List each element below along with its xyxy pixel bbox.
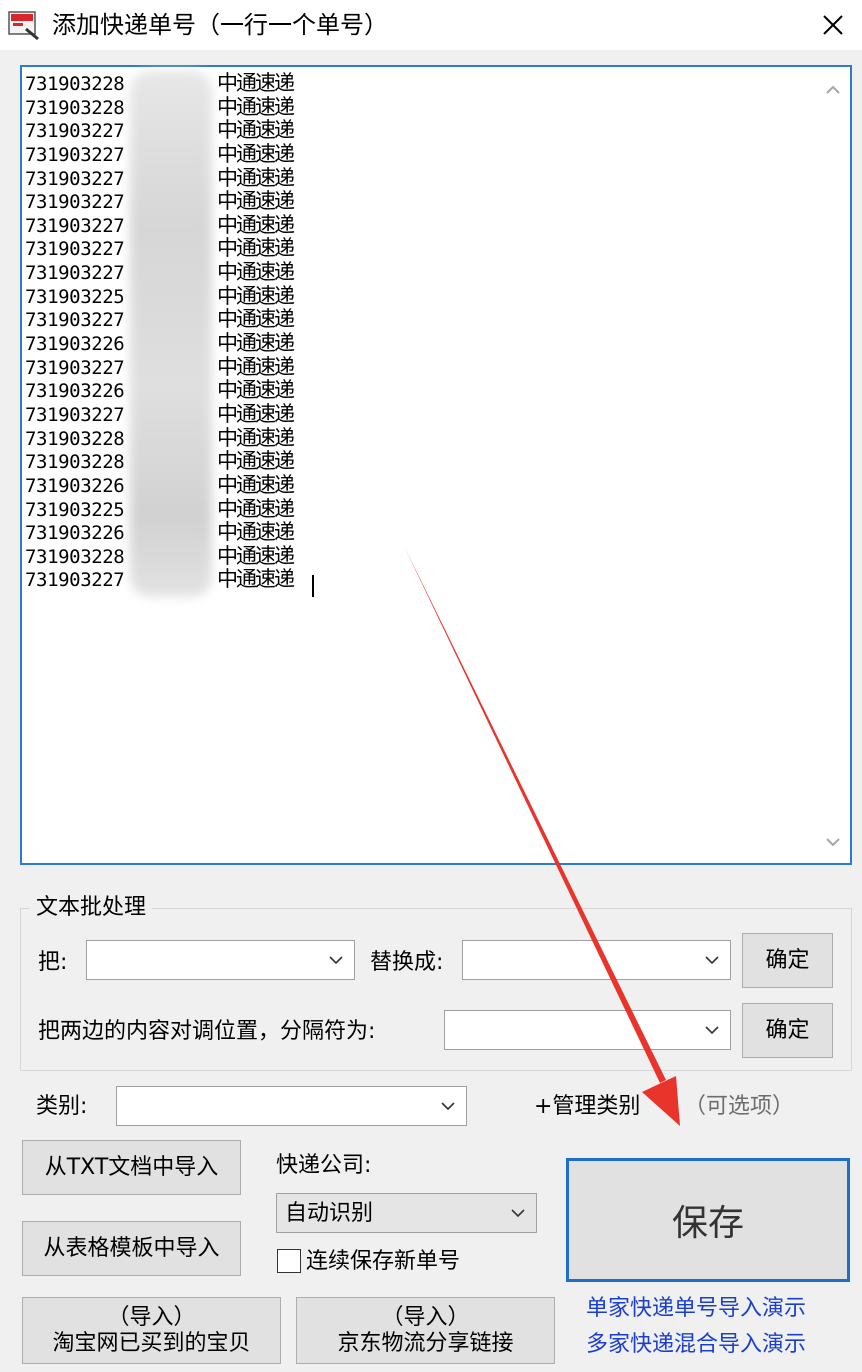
courier-name: 中通速递 bbox=[217, 236, 295, 261]
courier-name: 中通速递 bbox=[217, 307, 295, 332]
courier-name: 中通速递 bbox=[217, 496, 295, 521]
continuous-save-label: 连续保存新单号 bbox=[306, 1249, 461, 1274]
app-icon bbox=[8, 11, 39, 41]
window-title: 添加快递单号（一行一个单号） bbox=[52, 11, 388, 39]
courier-name: 中通速递 bbox=[217, 331, 295, 356]
courier-name: 中通速递 bbox=[217, 141, 295, 166]
courier-label: 快递公司: bbox=[276, 1153, 372, 1178]
replace-from-combo[interactable] bbox=[86, 940, 355, 980]
batch-group-title: 文本批处理 bbox=[30, 893, 153, 923]
close-icon[interactable] bbox=[818, 10, 848, 40]
category-combo[interactable] bbox=[116, 1086, 467, 1126]
courier-name: 中通速递 bbox=[217, 425, 295, 450]
courier-name: 中通速递 bbox=[217, 543, 295, 568]
replace-to-combo[interactable] bbox=[462, 940, 731, 980]
continuous-save-checkbox[interactable] bbox=[277, 1249, 301, 1273]
courier-name: 中通速递 bbox=[217, 472, 295, 497]
confirm-swap-button[interactable]: 确定 bbox=[742, 1003, 833, 1058]
vertical-scrollbar[interactable] bbox=[816, 67, 850, 863]
save-button[interactable]: 保存 bbox=[566, 1158, 850, 1282]
redacted-region bbox=[130, 71, 212, 597]
text-caret bbox=[312, 575, 314, 597]
swap-label: 把两边的内容对调位置，分隔符为: bbox=[38, 1019, 376, 1044]
courier-name: 中通速递 bbox=[217, 354, 295, 379]
import-jd-tag: （导入） bbox=[381, 1304, 470, 1330]
courier-name: 中通速递 bbox=[217, 283, 295, 308]
confirm-replace-button[interactable]: 确定 bbox=[742, 933, 833, 988]
courier-name: 中通速递 bbox=[217, 378, 295, 403]
import-table-button[interactable]: 从表格模板中导入 bbox=[22, 1221, 241, 1276]
scroll-down-icon[interactable] bbox=[822, 831, 844, 853]
separator-combo[interactable] bbox=[444, 1010, 731, 1050]
courier-name: 中通速递 bbox=[217, 567, 295, 592]
title-bar: 添加快递单号（一行一个单号） bbox=[0, 0, 862, 50]
courier-name: 中通速递 bbox=[217, 401, 295, 426]
courier-combo[interactable]: 自动识别 bbox=[276, 1193, 537, 1233]
replace-to-label: 替换成: bbox=[370, 950, 444, 975]
category-label: 类别: bbox=[36, 1094, 88, 1119]
manage-category-link[interactable]: +管理类别 bbox=[534, 1092, 640, 1122]
optional-hint: （可选项） bbox=[684, 1094, 795, 1119]
courier-name: 中通速递 bbox=[217, 165, 295, 190]
courier-name: 中通速递 bbox=[217, 118, 295, 143]
tracking-numbers-textarea[interactable]: 731903228 中通速递 731903228 中通速递 731903227 中通速递 7… bbox=[20, 65, 852, 865]
courier-name: 中通速递 bbox=[217, 189, 295, 214]
single-import-demo-link[interactable]: 单家快递单号导入演示 bbox=[586, 1294, 806, 1324]
import-taobao-tag: （导入） bbox=[107, 1304, 196, 1330]
chevron-down-icon bbox=[511, 1209, 525, 1218]
courier-value: 自动识别 bbox=[285, 1201, 374, 1226]
courier-name: 中通速递 bbox=[217, 71, 295, 95]
replace-from-label: 把: bbox=[38, 950, 68, 975]
import-taobao-button[interactable]: （导入） 淘宝网已买到的宝贝 bbox=[22, 1297, 281, 1364]
courier-name: 中通速递 bbox=[217, 260, 295, 285]
chevron-down-icon bbox=[329, 956, 343, 965]
courier-name: 中通速递 bbox=[217, 94, 295, 119]
courier-name: 中通速递 bbox=[217, 520, 295, 545]
import-jd-button[interactable]: （导入） 京东物流分享链接 bbox=[296, 1297, 555, 1364]
import-taobao-label: 淘宝网已买到的宝贝 bbox=[52, 1330, 251, 1356]
courier-name: 中通速递 bbox=[217, 212, 295, 237]
import-jd-label: 京东物流分享链接 bbox=[337, 1330, 514, 1356]
import-txt-button[interactable]: 从TXT文档中导入 bbox=[22, 1140, 241, 1195]
scroll-up-icon[interactable] bbox=[822, 79, 844, 101]
chevron-down-icon bbox=[705, 956, 719, 965]
multi-import-demo-link[interactable]: 多家快递混合导入演示 bbox=[586, 1330, 806, 1360]
chevron-down-icon bbox=[705, 1026, 719, 1035]
courier-name: 中通速递 bbox=[217, 449, 295, 474]
chevron-down-icon bbox=[441, 1102, 455, 1111]
